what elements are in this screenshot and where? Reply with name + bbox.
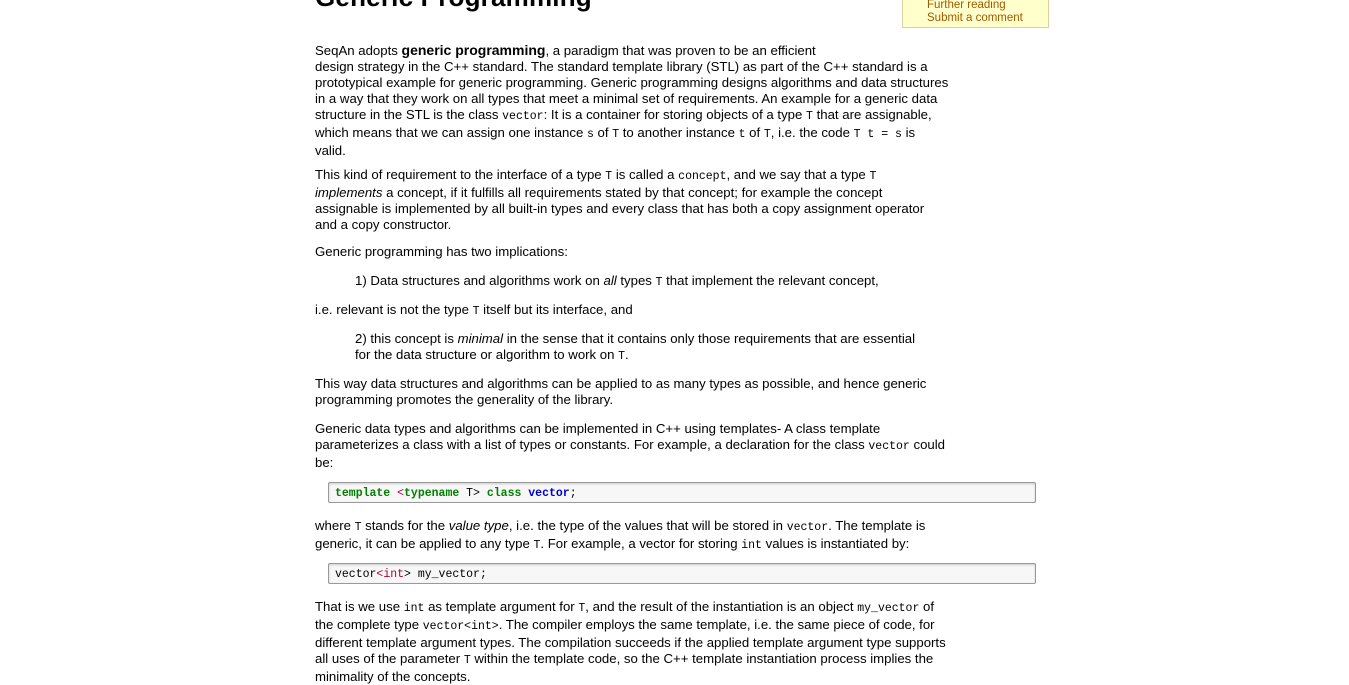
paragraph-concept: This kind of requirement to the interfac… [315, 167, 925, 232]
further-reading-link[interactable]: Further reading [927, 0, 1048, 12]
paragraph-templates: Generic data types and algorithms can be… [315, 421, 946, 470]
toc-box: Further reading Submit a comment [902, 0, 1049, 28]
page-title: Generic Programming [315, 0, 592, 13]
submit-comment-link[interactable]: Submit a comment [927, 12, 1048, 25]
paragraph-intro: SeqAn adopts generic programming, a para… [315, 42, 949, 158]
paragraph-implications: Generic programming has two implications… [315, 244, 568, 259]
implication-2: 2) this concept is minimal in the sense … [355, 331, 916, 363]
paragraph-instantiation: That is we use int as template argument … [315, 599, 946, 684]
paragraph-value-type: where T stands for the value type, i.e. … [315, 518, 926, 552]
implication-1: 1) Data structures and algorithms work o… [355, 273, 879, 289]
code-block-instantiation: vector<int> my_vector; [328, 563, 1036, 584]
paragraph-relevant: i.e. relevant is not the type T itself b… [315, 302, 633, 318]
paragraph-generality: This way data structures and algorithms … [315, 376, 927, 407]
code-block-template: template <typename T> class vector; [328, 482, 1036, 503]
